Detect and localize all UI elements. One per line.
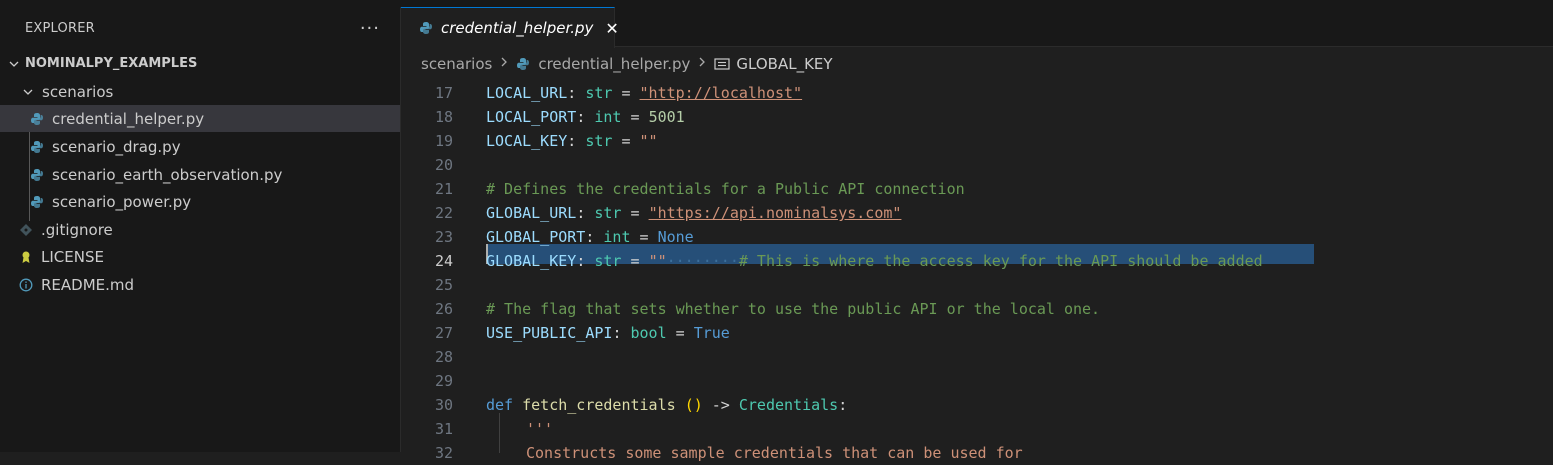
file-label: .gitignore [41, 220, 113, 239]
python-file-icon [419, 21, 433, 35]
explorer-root[interactable]: NOMINALPY_EXAMPLES [0, 50, 400, 77]
tab-credential-helper[interactable]: credential_helper.py ✕ [401, 7, 619, 48]
info-icon [19, 278, 33, 292]
line-number: 17 [434, 84, 453, 102]
tab-label: credential_helper.py [441, 19, 594, 37]
title-strip [0, 0, 1553, 7]
code-line-25: 25 [401, 273, 1553, 297]
code-docstring: Constructs some sample credentials that … [526, 444, 1023, 462]
breadcrumb-folder[interactable]: scenarios [421, 55, 492, 73]
code-editor[interactable]: 17 LOCAL_URL: str = "http://localhost" 1… [401, 81, 1553, 462]
tree-file-scenario-power[interactable]: scenario_power.py [0, 188, 400, 215]
code-line-28: 28 [401, 345, 1553, 369]
tree-file-scenario-earth-observation[interactable]: scenario_earth_observation.py [0, 161, 400, 188]
line-number: 24 [434, 252, 453, 270]
line-number: 25 [434, 276, 453, 294]
code-comment: # Defines the credentials for a Public A… [486, 180, 965, 198]
line-number: 23 [434, 228, 453, 246]
code-line-29: 29 [401, 369, 1553, 393]
close-icon[interactable]: ✕ [605, 19, 618, 38]
code-line-22: 22 GLOBAL_URL: str = "https://api.nomina… [401, 201, 1553, 225]
code-line-31: 31 ''' [401, 417, 1553, 441]
code-line-17: 17 LOCAL_URL: str = "http://localhost" [401, 81, 1553, 105]
code-line-19: 19 LOCAL_KEY: str = "" [401, 129, 1553, 153]
code-text: LOCAL_URL: str = "http://localhost" [486, 84, 803, 102]
variable-symbol-icon [714, 57, 731, 71]
git-icon [19, 223, 33, 237]
breadcrumb-symbol[interactable]: GLOBAL_KEY [736, 55, 832, 73]
code-text: GLOBAL_KEY: str = ""········# This is wh… [486, 252, 1263, 270]
tree-file-readme[interactable]: README.md [0, 271, 400, 298]
tree-file-credential-helper[interactable]: credential_helper.py [0, 105, 400, 132]
file-label: README.md [41, 275, 135, 294]
breadcrumb-file[interactable]: credential_helper.py [538, 55, 690, 73]
line-number: 19 [434, 132, 453, 150]
code-line-20: 20 [401, 153, 1553, 177]
code-text: LOCAL_PORT: int = 5001 [486, 108, 685, 126]
explorer-header: EXPLORER ··· [0, 7, 400, 50]
line-number: 28 [434, 348, 453, 366]
line-number: 32 [434, 444, 453, 462]
file-label: credential_helper.py [52, 109, 205, 128]
explorer-sidebar: EXPLORER ··· NOMINALPY_EXAMPLES scenario… [0, 7, 401, 452]
code-text: USE_PUBLIC_API: bool = True [486, 324, 730, 342]
explorer-title: EXPLORER [25, 21, 95, 36]
breadcrumb: scenarios credential_helper.py GLOBAL_KE… [401, 47, 1553, 81]
code-text: LOCAL_KEY: str = "" [486, 132, 658, 150]
code-line-27: 27 USE_PUBLIC_API: bool = True [401, 321, 1553, 345]
code-text: GLOBAL_URL: str = "https://api.nominalsy… [486, 204, 902, 222]
code-line-26: 26 # The flag that sets whether to use t… [401, 297, 1553, 321]
chevron-right-icon [499, 56, 509, 72]
code-comment: # The flag that sets whether to use the … [486, 300, 1101, 318]
line-number: 30 [434, 396, 453, 414]
license-icon [19, 250, 33, 264]
code-docstring: ''' [526, 420, 554, 438]
code-text: GLOBAL_PORT: int = None [486, 228, 694, 246]
chevron-down-icon [20, 86, 36, 98]
python-file-icon [30, 112, 44, 126]
code-line-23: 23 GLOBAL_PORT: int = None [401, 225, 1553, 249]
python-file-icon [516, 57, 530, 71]
line-number: 22 [434, 204, 453, 222]
code-line-18: 18 LOCAL_PORT: int = 5001 [401, 105, 1553, 129]
more-actions-icon[interactable]: ··· [360, 18, 380, 39]
code-line-24: 24 GLOBAL_KEY: str = ""········# This is… [401, 249, 1553, 273]
root-folder-label: NOMINALPY_EXAMPLES [25, 56, 198, 71]
file-label: scenario_drag.py [52, 137, 181, 156]
chevron-right-icon [697, 56, 707, 72]
line-number: 29 [434, 372, 453, 390]
file-label: scenario_earth_observation.py [52, 165, 283, 184]
line-number: 21 [434, 180, 453, 198]
line-number: 26 [434, 300, 453, 318]
folder-label: scenarios [42, 82, 114, 101]
tree-file-license[interactable]: LICENSE [0, 243, 400, 270]
line-number: 31 [434, 420, 453, 438]
python-file-icon [30, 140, 44, 154]
file-label: scenario_power.py [52, 192, 192, 211]
code-text: def fetch_credentials () -> Credentials: [486, 396, 848, 414]
code-line-30: 30 def fetch_credentials () -> Credentia… [401, 393, 1553, 417]
file-label: LICENSE [41, 247, 104, 266]
python-file-icon [30, 168, 44, 182]
line-number: 27 [434, 324, 453, 342]
line-number: 20 [434, 156, 453, 174]
code-line-32: 32 Constructs some sample credentials th… [401, 441, 1553, 465]
tree-file-gitignore[interactable]: .gitignore [0, 216, 400, 243]
code-line-21: 21 # Defines the credentials for a Publi… [401, 177, 1553, 201]
chevron-down-icon [6, 58, 22, 70]
editor-area: credential_helper.py ✕ scenarios credent… [401, 7, 1553, 462]
python-file-icon [30, 195, 44, 209]
tree-file-scenario-drag[interactable]: scenario_drag.py [0, 133, 400, 160]
line-number: 18 [434, 108, 453, 126]
tree-folder-scenarios[interactable]: scenarios [0, 78, 400, 105]
tab-bar: credential_helper.py ✕ [401, 7, 1553, 48]
